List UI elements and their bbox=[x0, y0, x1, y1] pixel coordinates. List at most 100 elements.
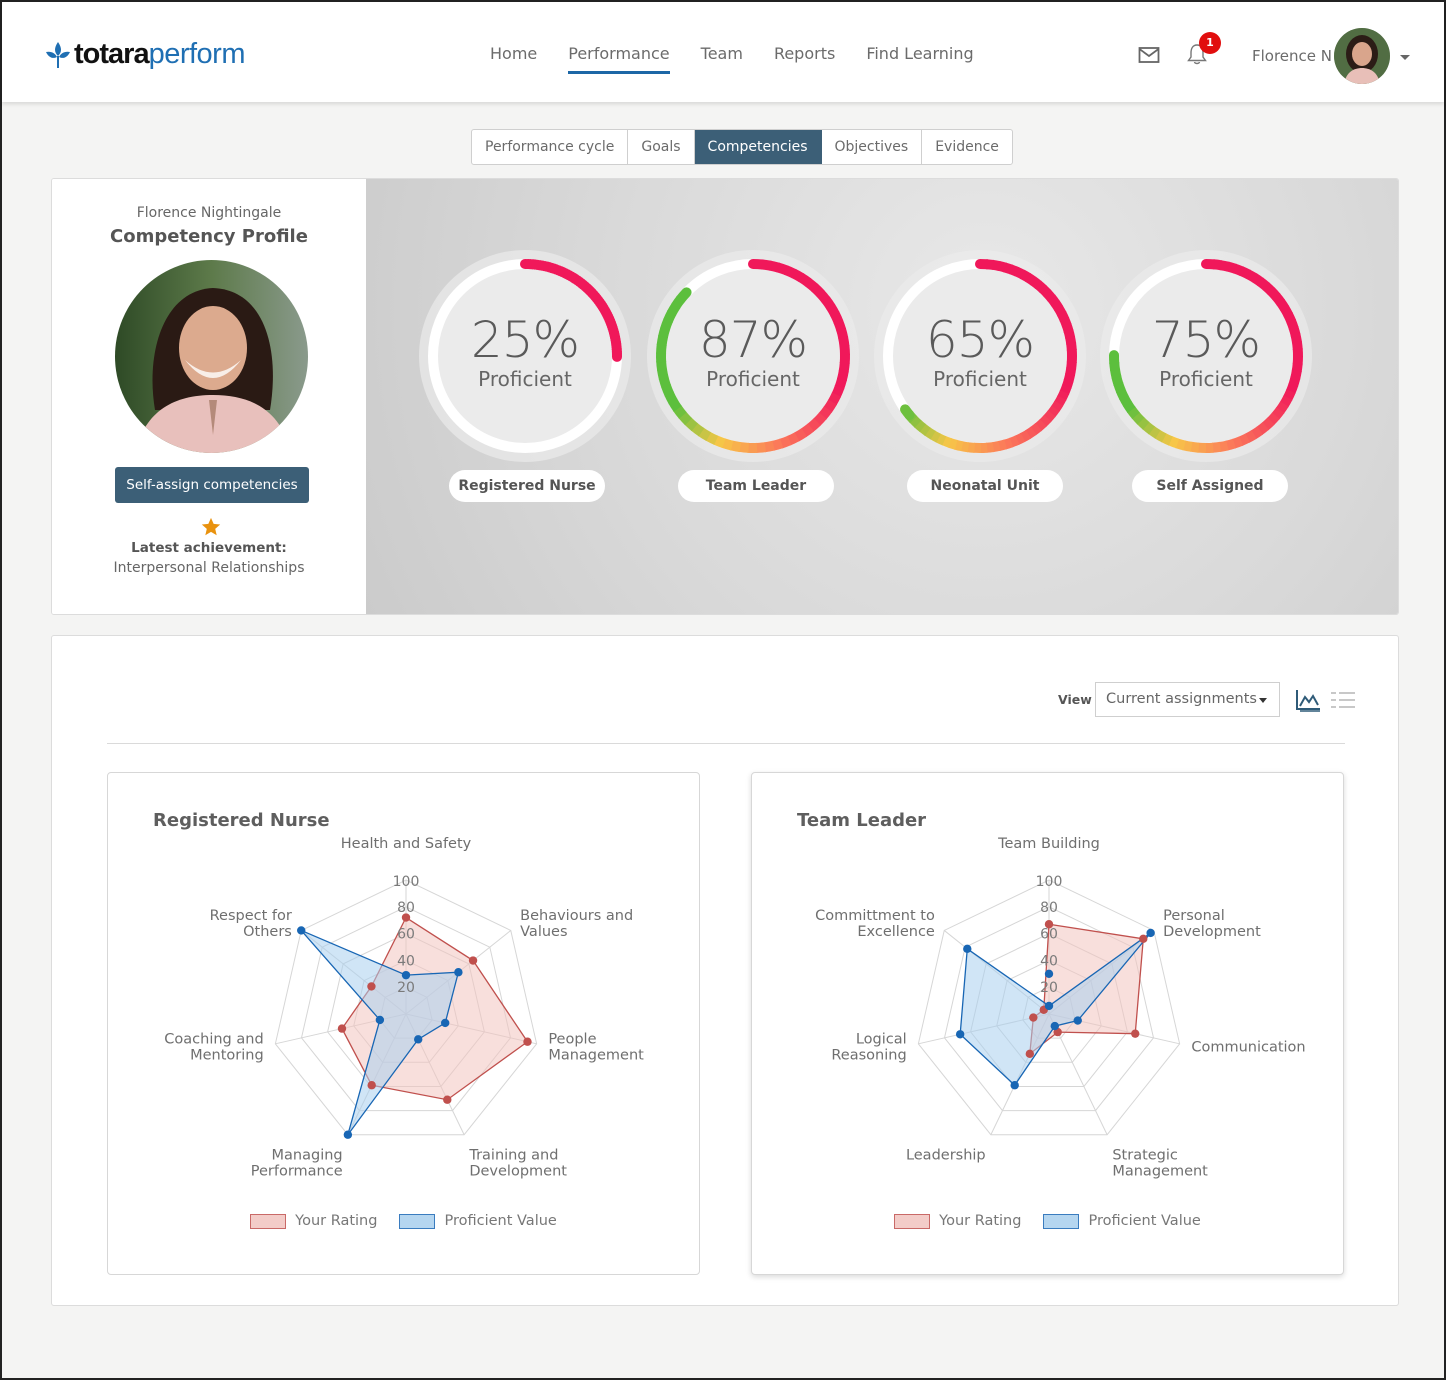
chart-view-icon[interactable] bbox=[1295, 688, 1321, 712]
gauge-label-neonatal-unit[interactable]: Neonatal Unit bbox=[907, 470, 1063, 502]
gauge-label-registered-nurse[interactable]: Registered Nurse bbox=[449, 470, 605, 502]
legend-item-proficient-value[interactable]: Proficient Value bbox=[399, 1213, 557, 1229]
view-select[interactable]: Current assignments bbox=[1095, 682, 1280, 717]
chart-legend: Your Rating Proficient Value bbox=[108, 1213, 699, 1229]
data-point-proficient-value[interactable] bbox=[454, 968, 463, 977]
nav-item-find-learning[interactable]: Find Learning bbox=[866, 44, 973, 71]
axis-label: Personal bbox=[1163, 908, 1225, 924]
axis-label: Others bbox=[243, 924, 292, 940]
data-point-proficient-value[interactable] bbox=[1044, 1001, 1054, 1011]
tick-label: 100 bbox=[1036, 874, 1063, 890]
data-point-proficient-value[interactable] bbox=[963, 944, 972, 954]
gauge-progress-arc bbox=[1238, 433, 1251, 446]
legend-item-proficient-value[interactable]: Proficient Value bbox=[1043, 1213, 1201, 1229]
gauge-progress-arc bbox=[900, 404, 915, 421]
data-point-proficient-value[interactable] bbox=[1146, 928, 1155, 938]
gauge-progress-arc bbox=[810, 283, 825, 298]
tick-label: 60 bbox=[1040, 927, 1058, 943]
profile-photo bbox=[115, 260, 308, 453]
data-point-your-rating[interactable] bbox=[468, 956, 478, 965]
profile-card: Florence Nightingale Competency Profile … bbox=[52, 179, 366, 614]
totara-perform-logo[interactable]: totara perform bbox=[44, 38, 246, 71]
list-view-icon[interactable] bbox=[1330, 690, 1356, 710]
gauge-progress-arc bbox=[684, 417, 699, 432]
legend-item-your-rating[interactable]: Your Rating bbox=[894, 1213, 1021, 1229]
view-label: View bbox=[1058, 692, 1092, 707]
gauge-progress-arc bbox=[1025, 273, 1037, 286]
data-point-proficient-value[interactable] bbox=[1073, 1016, 1082, 1025]
gauge-progress-arc bbox=[776, 262, 789, 276]
nav-item-reports[interactable]: Reports bbox=[774, 44, 835, 71]
tick-label: 40 bbox=[1040, 953, 1058, 969]
user-menu-chevron-down-icon[interactable] bbox=[1400, 55, 1410, 60]
gauge-progress-arc bbox=[800, 423, 815, 438]
axis-label: Committment to bbox=[815, 908, 935, 924]
gauge-progress-arc bbox=[738, 442, 749, 453]
radar-chart: 20 40 60 80 100 Health and Safety Behaviours a… bbox=[164, 836, 644, 1180]
tab-goals[interactable]: Goals bbox=[628, 130, 695, 164]
gauge-progress-arc bbox=[1030, 423, 1042, 436]
gauge-progress-arc bbox=[1043, 289, 1056, 302]
data-point-proficient-value[interactable] bbox=[955, 1030, 965, 1039]
gauge-progress-arc bbox=[816, 289, 831, 304]
gauge-progress-arc bbox=[960, 441, 970, 453]
tick-label: 20 bbox=[397, 980, 415, 996]
gauge-percent: 87% bbox=[698, 311, 808, 369]
data-point-proficient-value[interactable] bbox=[343, 1130, 353, 1139]
tick-label: 100 bbox=[393, 874, 420, 890]
gauge-progress-arc bbox=[1122, 400, 1136, 414]
gauge-progress-arc bbox=[1261, 417, 1275, 431]
data-point-proficient-value[interactable] bbox=[401, 970, 411, 980]
nav-item-team[interactable]: Team bbox=[701, 44, 743, 71]
mail-icon[interactable] bbox=[1138, 46, 1160, 64]
data-point-your-rating[interactable] bbox=[1025, 1049, 1035, 1059]
data-point-proficient-value[interactable] bbox=[297, 926, 306, 935]
legend-label: Proficient Value bbox=[444, 1213, 557, 1229]
axis-label: Respect for bbox=[210, 908, 292, 924]
gauge-progress-arc bbox=[1175, 438, 1186, 451]
tab-performance-cycle[interactable]: Performance cycle bbox=[472, 130, 629, 164]
proficiency-gauges: 25% Proficient Registered Nurse 87% Proficie… bbox=[366, 179, 1398, 614]
data-point-proficient-value[interactable] bbox=[1010, 1081, 1019, 1090]
tab-objectives[interactable]: Objectives bbox=[822, 130, 923, 164]
data-point-your-rating[interactable] bbox=[1131, 1029, 1140, 1038]
data-point-proficient-value[interactable] bbox=[375, 1015, 385, 1025]
data-point-proficient-value[interactable] bbox=[414, 1035, 423, 1044]
data-point-your-rating[interactable] bbox=[337, 1024, 347, 1033]
gauge-subtitle: Proficient bbox=[933, 367, 1027, 391]
nav-item-home[interactable]: Home bbox=[490, 44, 537, 71]
gauge-progress-arc bbox=[1257, 277, 1270, 291]
data-point-your-rating[interactable] bbox=[1139, 934, 1148, 944]
axis-label: Coaching and bbox=[164, 1031, 263, 1047]
self-assign-competencies-button[interactable]: Self-assign competencies bbox=[115, 467, 309, 503]
data-point-your-rating[interactable] bbox=[443, 1095, 452, 1104]
gauge-progress-arc bbox=[675, 287, 692, 305]
gauge-progress-arc bbox=[721, 438, 734, 451]
gauge-progress-arc bbox=[924, 427, 936, 440]
gauge-progress-arc bbox=[1225, 438, 1236, 451]
data-point-your-rating[interactable] bbox=[1029, 1013, 1038, 1022]
nav-item-performance[interactable]: Performance bbox=[568, 44, 671, 74]
gauge-subtitle: Proficient bbox=[706, 367, 800, 391]
tab-evidence[interactable]: Evidence bbox=[922, 130, 1012, 164]
gauge-label-self-assigned[interactable]: Self Assigned bbox=[1132, 470, 1288, 502]
gauge-progress-arc bbox=[690, 422, 705, 437]
user-name[interactable]: Florence N bbox=[1252, 47, 1332, 65]
tick-label: 80 bbox=[397, 900, 415, 916]
data-point-your-rating[interactable] bbox=[367, 1081, 376, 1090]
gauge-progress-arc bbox=[997, 261, 1008, 273]
gauge-progress-arc bbox=[1239, 266, 1251, 279]
data-point-proficient-value[interactable] bbox=[440, 1018, 450, 1028]
data-point-proficient-value[interactable] bbox=[1050, 1021, 1060, 1031]
user-avatar[interactable] bbox=[1334, 28, 1390, 84]
legend-item-your-rating[interactable]: Your Rating bbox=[250, 1213, 377, 1229]
logo-text-totara: totara bbox=[74, 38, 150, 70]
data-point-your-rating[interactable] bbox=[367, 982, 376, 991]
tab-competencies[interactable]: Competencies bbox=[694, 130, 822, 164]
data-point-extra[interactable] bbox=[1044, 969, 1054, 978]
gauge-progress-arc bbox=[730, 440, 742, 453]
data-point-your-rating[interactable] bbox=[523, 1037, 532, 1046]
gauge-label-team-leader[interactable]: Team Leader bbox=[678, 470, 834, 502]
gauge-progress-arc bbox=[1161, 433, 1173, 446]
gauge-team-leader: 87% Proficient bbox=[646, 249, 860, 463]
